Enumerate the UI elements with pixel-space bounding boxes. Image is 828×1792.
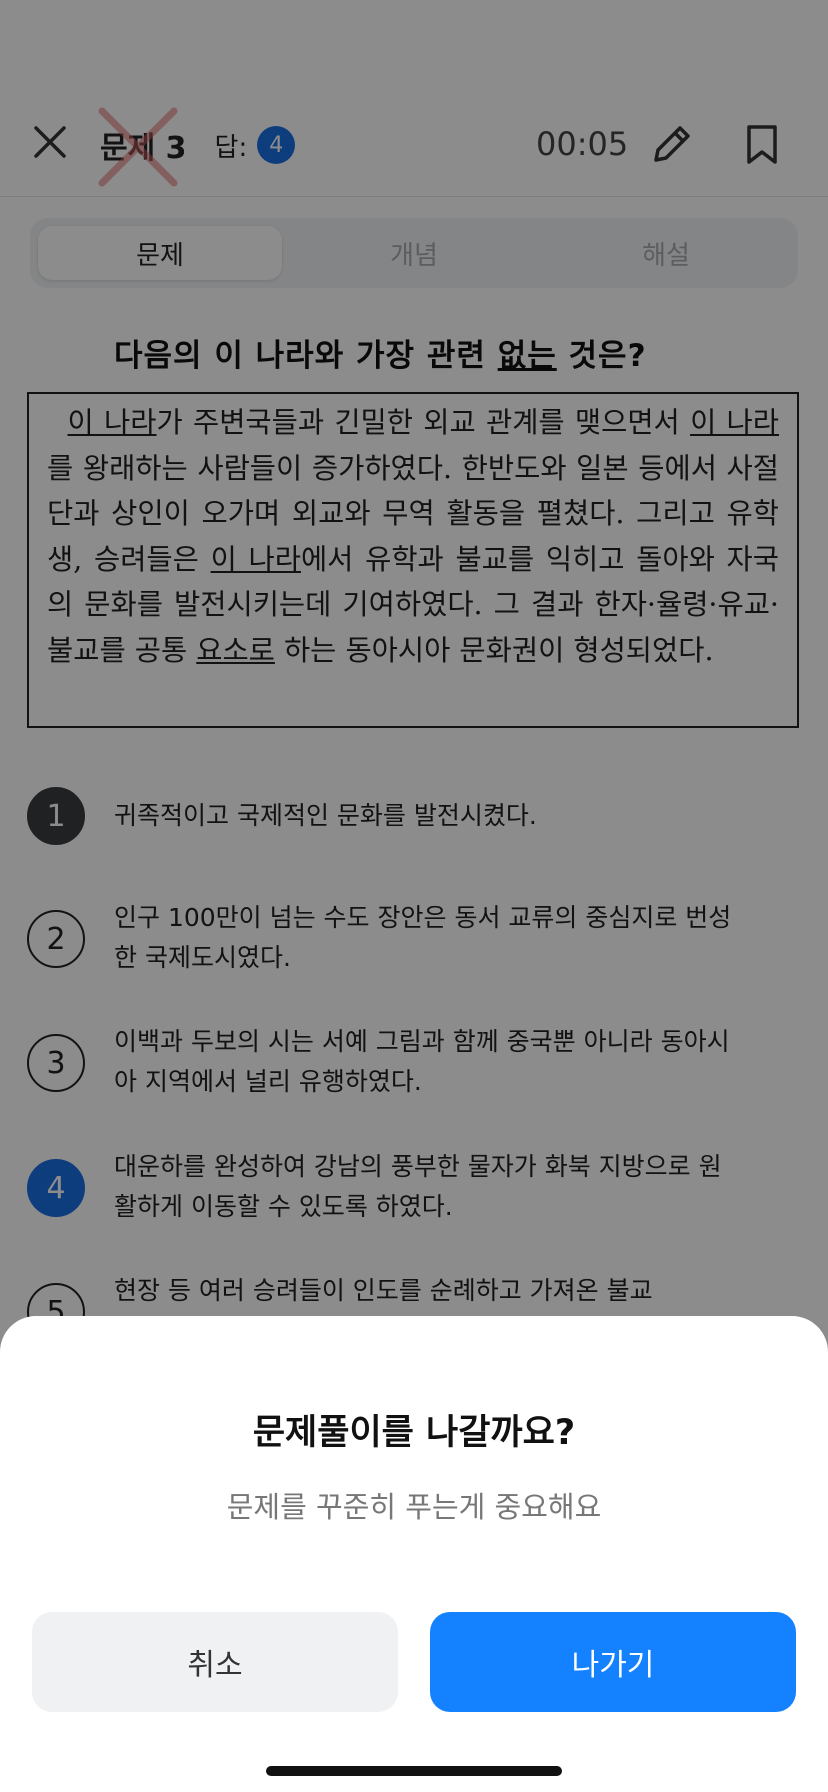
exit-button[interactable]: 나가기 — [430, 1612, 796, 1712]
exit-dialog: 문제풀이를 나갈까요? 문제를 꾸준히 푸는게 중요해요 취소 나가기 — [0, 1316, 828, 1792]
cancel-button[interactable]: 취소 — [32, 1612, 398, 1712]
dialog-subtitle: 문제를 꾸준히 푸는게 중요해요 — [226, 1490, 602, 1524]
dialog-title: 문제풀이를 나갈까요? — [252, 1413, 576, 1453]
home-indicator[interactable] — [266, 1766, 562, 1776]
